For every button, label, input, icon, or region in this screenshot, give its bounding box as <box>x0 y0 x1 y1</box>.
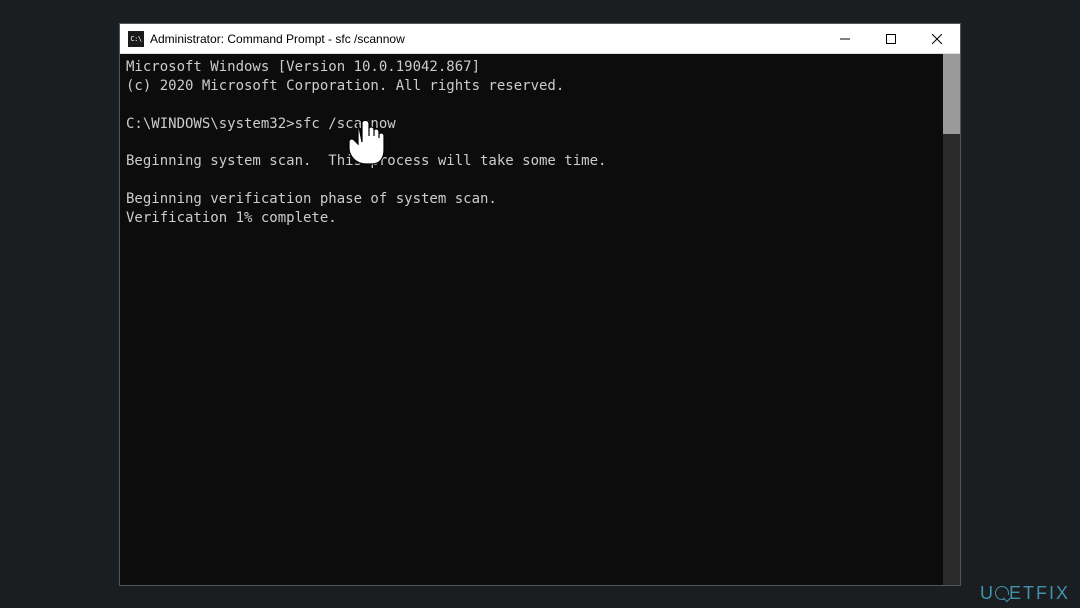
console-output[interactable]: Microsoft Windows [Version 10.0.19042.86… <box>120 54 943 585</box>
window-title: Administrator: Command Prompt - sfc /sca… <box>150 32 405 46</box>
console-area: Microsoft Windows [Version 10.0.19042.86… <box>120 54 960 585</box>
magnifier-icon <box>995 586 1009 600</box>
watermark: U ETFIX <box>980 583 1070 604</box>
minimize-button[interactable] <box>822 24 868 53</box>
minimize-icon <box>840 34 850 44</box>
titlebar[interactable]: C:\ Administrator: Command Prompt - sfc … <box>120 24 960 54</box>
maximize-button[interactable] <box>868 24 914 53</box>
close-icon <box>932 34 942 44</box>
maximize-icon <box>886 34 896 44</box>
close-button[interactable] <box>914 24 960 53</box>
window-controls <box>822 24 960 53</box>
app-icon: C:\ <box>128 31 144 47</box>
scrollbar-thumb[interactable] <box>943 54 960 134</box>
watermark-text-pre: U <box>980 583 995 603</box>
command-prompt-window: C:\ Administrator: Command Prompt - sfc … <box>119 23 961 586</box>
watermark-text-post: ETFIX <box>1009 583 1070 603</box>
vertical-scrollbar[interactable] <box>943 54 960 585</box>
